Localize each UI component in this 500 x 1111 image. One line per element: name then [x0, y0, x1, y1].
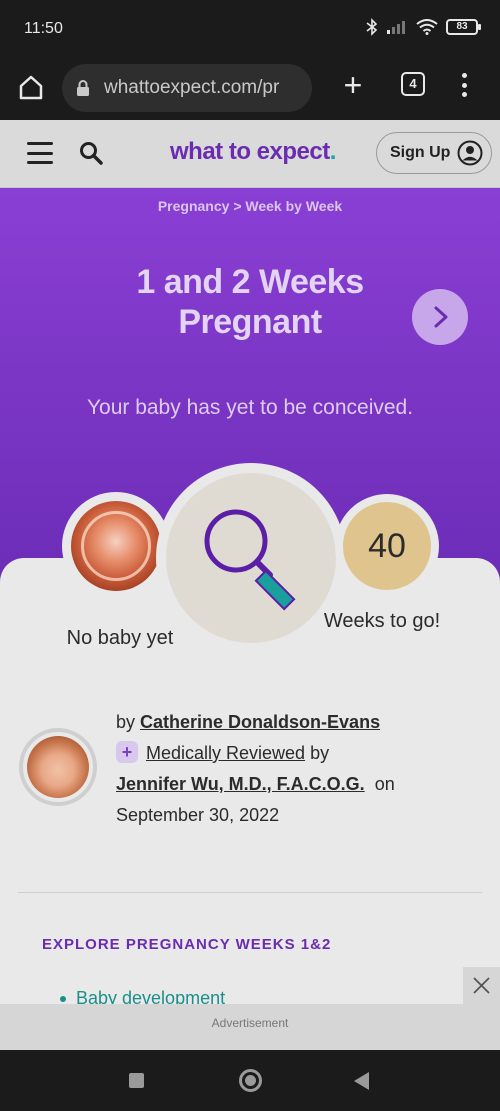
medically-reviewed-link[interactable]: Medically Reviewed	[146, 743, 305, 763]
recents-icon[interactable]	[129, 1073, 144, 1088]
chevron-right-icon	[434, 306, 448, 328]
phone-screen: 11:50 83 whattoexpect.com/pr + 4 what to…	[0, 0, 500, 1111]
weeks-number: 40	[343, 502, 431, 590]
plus-icon: +	[343, 67, 363, 103]
more-vert-icon[interactable]	[455, 70, 473, 100]
home-nav-icon[interactable]	[239, 1069, 262, 1092]
battery-icon: 83	[446, 19, 481, 35]
search-icon[interactable]	[78, 140, 104, 166]
byline: by Catherine Donaldson-Evans + Medically …	[116, 707, 486, 831]
author-link[interactable]: Catherine Donaldson-Evans	[140, 712, 380, 732]
baby-size-bubble[interactable]	[62, 492, 170, 600]
hamburger-menu-icon[interactable]	[27, 142, 53, 164]
review-date: September 30, 2022	[116, 805, 280, 825]
ad-label: Advertisement	[211, 1016, 289, 1030]
baby-size-caption: No baby yet	[66, 627, 174, 649]
sign-up-button[interactable]: Sign Up	[376, 132, 492, 174]
divider	[18, 892, 482, 893]
site-header: what to expect. Sign Up	[0, 120, 500, 188]
new-tab-button[interactable]: +	[336, 68, 370, 102]
by-label: by	[116, 712, 136, 732]
breadcrumb[interactable]: Pregnancy > Week by Week	[0, 198, 500, 214]
back-icon[interactable]	[354, 1072, 369, 1090]
reviewer-link[interactable]: Jennifer Wu, M.D., F.A.C.O.G.	[116, 774, 365, 794]
signal-icon	[387, 21, 405, 34]
lock-icon	[77, 80, 89, 96]
browser-toolbar: whattoexpect.com/pr + 4	[0, 60, 500, 120]
logo-text: what to expect	[170, 138, 330, 165]
weeks-remaining-bubble[interactable]: 40	[335, 494, 439, 598]
logo-dot: .	[329, 138, 337, 165]
next-week-button[interactable]	[412, 289, 468, 345]
status-bar: 11:50 83	[0, 0, 500, 60]
hero-subtitle: Your baby has yet to be conceived.	[86, 396, 414, 419]
site-logo[interactable]: what to expect.	[170, 138, 336, 166]
home-icon[interactable]	[14, 70, 48, 104]
week-illustration-bubble[interactable]	[156, 463, 346, 653]
account-icon	[457, 140, 483, 166]
close-icon	[473, 977, 490, 994]
url-text: whattoexpect.com/pr	[104, 77, 280, 98]
address-bar[interactable]: whattoexpect.com/pr	[62, 64, 312, 112]
bluetooth-icon	[366, 18, 378, 36]
magnifying-glass-icon	[204, 509, 296, 611]
status-time: 11:50	[24, 20, 63, 37]
ad-close-button[interactable]	[463, 967, 500, 1004]
status-icons: 83	[366, 18, 481, 36]
on-label: on	[374, 774, 395, 794]
system-nav-bar	[0, 1050, 500, 1111]
explore-heading: EXPLORE PREGNANCY WEEKS 1&2	[42, 936, 332, 953]
wifi-icon	[416, 19, 438, 35]
tabs-icon[interactable]: 4	[401, 72, 425, 96]
ad-banner[interactable]: Advertisement	[0, 1004, 500, 1050]
medically-reviewed-icon: +	[116, 741, 138, 763]
weeks-remaining-caption: Weeks to go!	[323, 610, 441, 632]
author-avatar[interactable]	[19, 728, 97, 806]
reviewed-by-label: by	[310, 743, 330, 763]
sign-up-label: Sign Up	[390, 144, 451, 161]
